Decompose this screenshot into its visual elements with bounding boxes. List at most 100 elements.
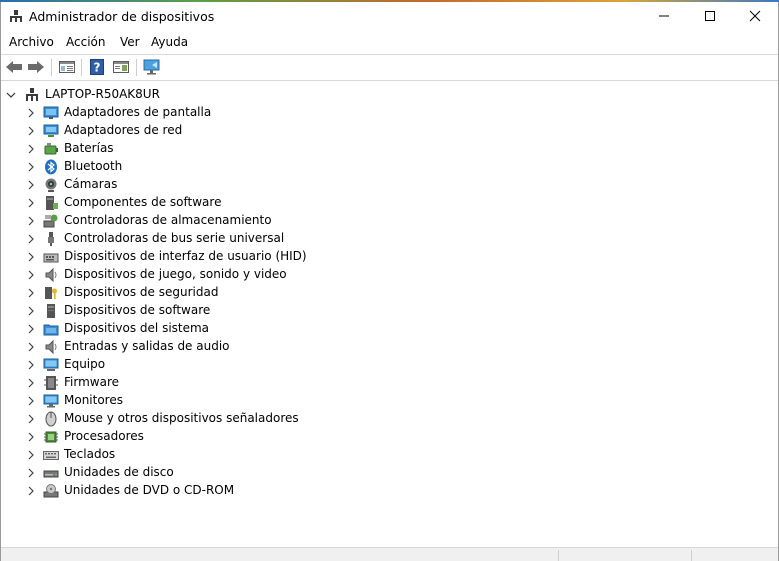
chevron-right-icon[interactable] [25, 142, 37, 156]
tree-item[interactable]: Controladoras de almacenamiento [1, 212, 501, 230]
tree-item[interactable]: Dispositivos de juego, sonido y video [1, 266, 501, 284]
chevron-right-icon[interactable] [25, 322, 37, 336]
menu-accion[interactable]: Acción [66, 35, 105, 49]
properties-button[interactable] [57, 58, 77, 78]
chevron-right-icon[interactable] [25, 178, 37, 192]
window-title: Administrador de dispositivos [29, 9, 215, 24]
tree-item[interactable]: Firmware [1, 374, 501, 392]
tree-item[interactable]: Entradas y salidas de audio [1, 338, 501, 356]
tree-item[interactable]: Teclados [1, 446, 501, 464]
maximize-icon [704, 10, 716, 25]
tree-item[interactable]: Adaptadores de red [1, 122, 501, 140]
title-bar[interactable]: Administrador de dispositivos [1, 2, 778, 32]
maximize-button[interactable] [687, 2, 733, 32]
tree-item-label: Dispositivos de juego, sonido y video [64, 267, 287, 281]
tree-item[interactable]: Componentes de software [1, 194, 501, 212]
computer-icon [43, 357, 59, 373]
status-separator [691, 550, 692, 561]
chevron-right-icon[interactable] [25, 160, 37, 174]
tree-item[interactable]: Monitores [1, 392, 501, 410]
device-tree: LAPTOP-R50AK8UR Adaptadores de pantalla A… [1, 82, 778, 547]
tree-item[interactable]: Cámaras [1, 176, 501, 194]
chevron-right-icon[interactable] [25, 268, 37, 282]
forward-arrow-icon [27, 60, 45, 77]
chevron-right-icon[interactable] [25, 430, 37, 444]
chevron-right-icon[interactable] [25, 448, 37, 462]
audio-io-icon [43, 339, 59, 355]
chevron-right-icon[interactable] [25, 106, 37, 120]
tree-item[interactable]: Dispositivos de interfaz de usuario (HID… [1, 248, 501, 266]
tree-item[interactable]: Equipo [1, 356, 501, 374]
tree-item-label: Firmware [64, 375, 119, 389]
chevron-right-icon[interactable] [25, 412, 37, 426]
chevron-right-icon[interactable] [25, 214, 37, 228]
system-folder-icon [43, 321, 59, 337]
toolbar: ? [1, 55, 778, 80]
tree-item[interactable]: Dispositivos de software [1, 302, 501, 320]
tree-root[interactable]: LAPTOP-R50AK8UR [1, 86, 501, 104]
close-button[interactable] [732, 2, 778, 32]
keyboard-icon [43, 447, 59, 463]
back-arrow-icon [5, 60, 23, 77]
tree-item[interactable]: Mouse y otros dispositivos señaladores [1, 410, 501, 428]
tree-item[interactable]: Adaptadores de pantalla [1, 104, 501, 122]
tree-item-label: Procesadores [64, 429, 144, 443]
tree-item-label: Baterías [64, 141, 114, 155]
usb-icon [43, 231, 59, 247]
help-icon: ? [90, 58, 104, 78]
chevron-right-icon[interactable] [25, 376, 37, 390]
chevron-down-icon[interactable] [5, 88, 17, 102]
chevron-right-icon[interactable] [25, 394, 37, 408]
help-button[interactable]: ? [87, 58, 107, 78]
chevron-right-icon[interactable] [25, 196, 37, 210]
tree-item[interactable]: Unidades de DVD o CD-ROM [1, 482, 501, 500]
processor-icon [43, 429, 59, 445]
close-icon [749, 10, 761, 25]
chevron-right-icon[interactable] [25, 250, 37, 264]
tree-item-label: Adaptadores de pantalla [64, 105, 212, 119]
tree-item[interactable]: Procesadores [1, 428, 501, 446]
scan-hardware-button[interactable] [142, 58, 162, 78]
console-tree-icon [113, 60, 129, 77]
toolbar-divider [1, 80, 778, 81]
chevron-right-icon[interactable] [25, 484, 37, 498]
scan-hardware-monitor-icon [143, 59, 161, 78]
chevron-right-icon[interactable] [25, 358, 37, 372]
tree-item[interactable]: Dispositivos de seguridad [1, 284, 501, 302]
console-tree-button[interactable] [111, 58, 131, 78]
computer-network-icon [24, 87, 40, 103]
software-component-icon [43, 195, 59, 211]
back-button[interactable] [4, 58, 24, 78]
chevron-right-icon[interactable] [25, 124, 37, 138]
toolbar-separator [51, 59, 52, 76]
menu-ayuda[interactable]: Ayuda [151, 35, 188, 49]
mouse-icon [43, 411, 59, 427]
firmware-icon [43, 375, 59, 391]
network-adapter-icon [43, 123, 59, 139]
chevron-right-icon[interactable] [25, 466, 37, 480]
tree-item-label: Mouse y otros dispositivos señaladores [64, 411, 299, 425]
chevron-right-icon[interactable] [25, 286, 37, 300]
minimize-button[interactable] [641, 2, 687, 32]
tree-item-label: Unidades de DVD o CD-ROM [64, 483, 235, 497]
tree-item-label: Teclados [64, 447, 116, 461]
tree-item-label: Componentes de software [64, 195, 222, 209]
menu-archivo[interactable]: Archivo [9, 35, 54, 49]
forward-button[interactable] [26, 58, 46, 78]
chevron-right-icon[interactable] [25, 232, 37, 246]
dvd-drive-icon [43, 483, 59, 499]
properties-panel-icon [59, 60, 75, 77]
tree-item[interactable]: Baterías [1, 140, 501, 158]
menu-bar: Archivo Acción Ver Ayuda [1, 32, 778, 54]
chevron-right-icon[interactable] [25, 304, 37, 318]
menu-ver[interactable]: Ver [120, 35, 140, 49]
tree-item[interactable]: Dispositivos del sistema [1, 320, 501, 338]
chevron-right-icon[interactable] [25, 340, 37, 354]
tree-item-label: Adaptadores de red [64, 123, 183, 137]
tree-item[interactable]: Controladoras de bus serie universal [1, 230, 501, 248]
tree-item[interactable]: Unidades de disco [1, 464, 501, 482]
minimize-icon [658, 10, 670, 25]
tree-item-label: Dispositivos del sistema [64, 321, 210, 335]
device-manager-icon [9, 9, 23, 23]
tree-item[interactable]: Bluetooth [1, 158, 501, 176]
